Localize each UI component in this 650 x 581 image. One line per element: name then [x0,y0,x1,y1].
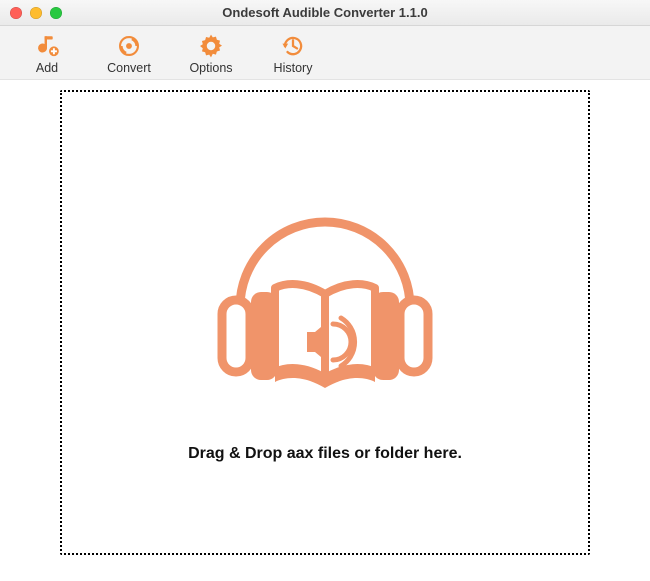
titlebar: Ondesoft Audible Converter 1.1.0 [0,0,650,26]
dropzone[interactable]: Drag & Drop aax files or folder here. [60,90,590,555]
maximize-icon[interactable] [50,7,62,19]
convert-icon [116,33,142,59]
music-add-icon [34,33,60,59]
toolbar-label: History [274,61,313,75]
dropzone-message: Drag & Drop aax files or folder here. [188,445,462,463]
minimize-icon[interactable] [30,7,42,19]
window-controls [0,7,62,19]
toolbar: Add Convert [0,26,650,80]
audiobook-headphones-icon [195,182,455,427]
history-icon [280,33,306,59]
content-area: Drag & Drop aax files or folder here. [0,80,650,581]
gear-icon [198,33,224,59]
toolbar-label: Add [36,61,58,75]
history-button[interactable]: History [254,31,332,77]
options-button[interactable]: Options [172,31,250,77]
toolbar-label: Options [189,61,232,75]
add-button[interactable]: Add [8,31,86,77]
close-icon[interactable] [10,7,22,19]
window-title: Ondesoft Audible Converter 1.1.0 [0,5,650,20]
toolbar-label: Convert [107,61,151,75]
convert-button[interactable]: Convert [90,31,168,77]
